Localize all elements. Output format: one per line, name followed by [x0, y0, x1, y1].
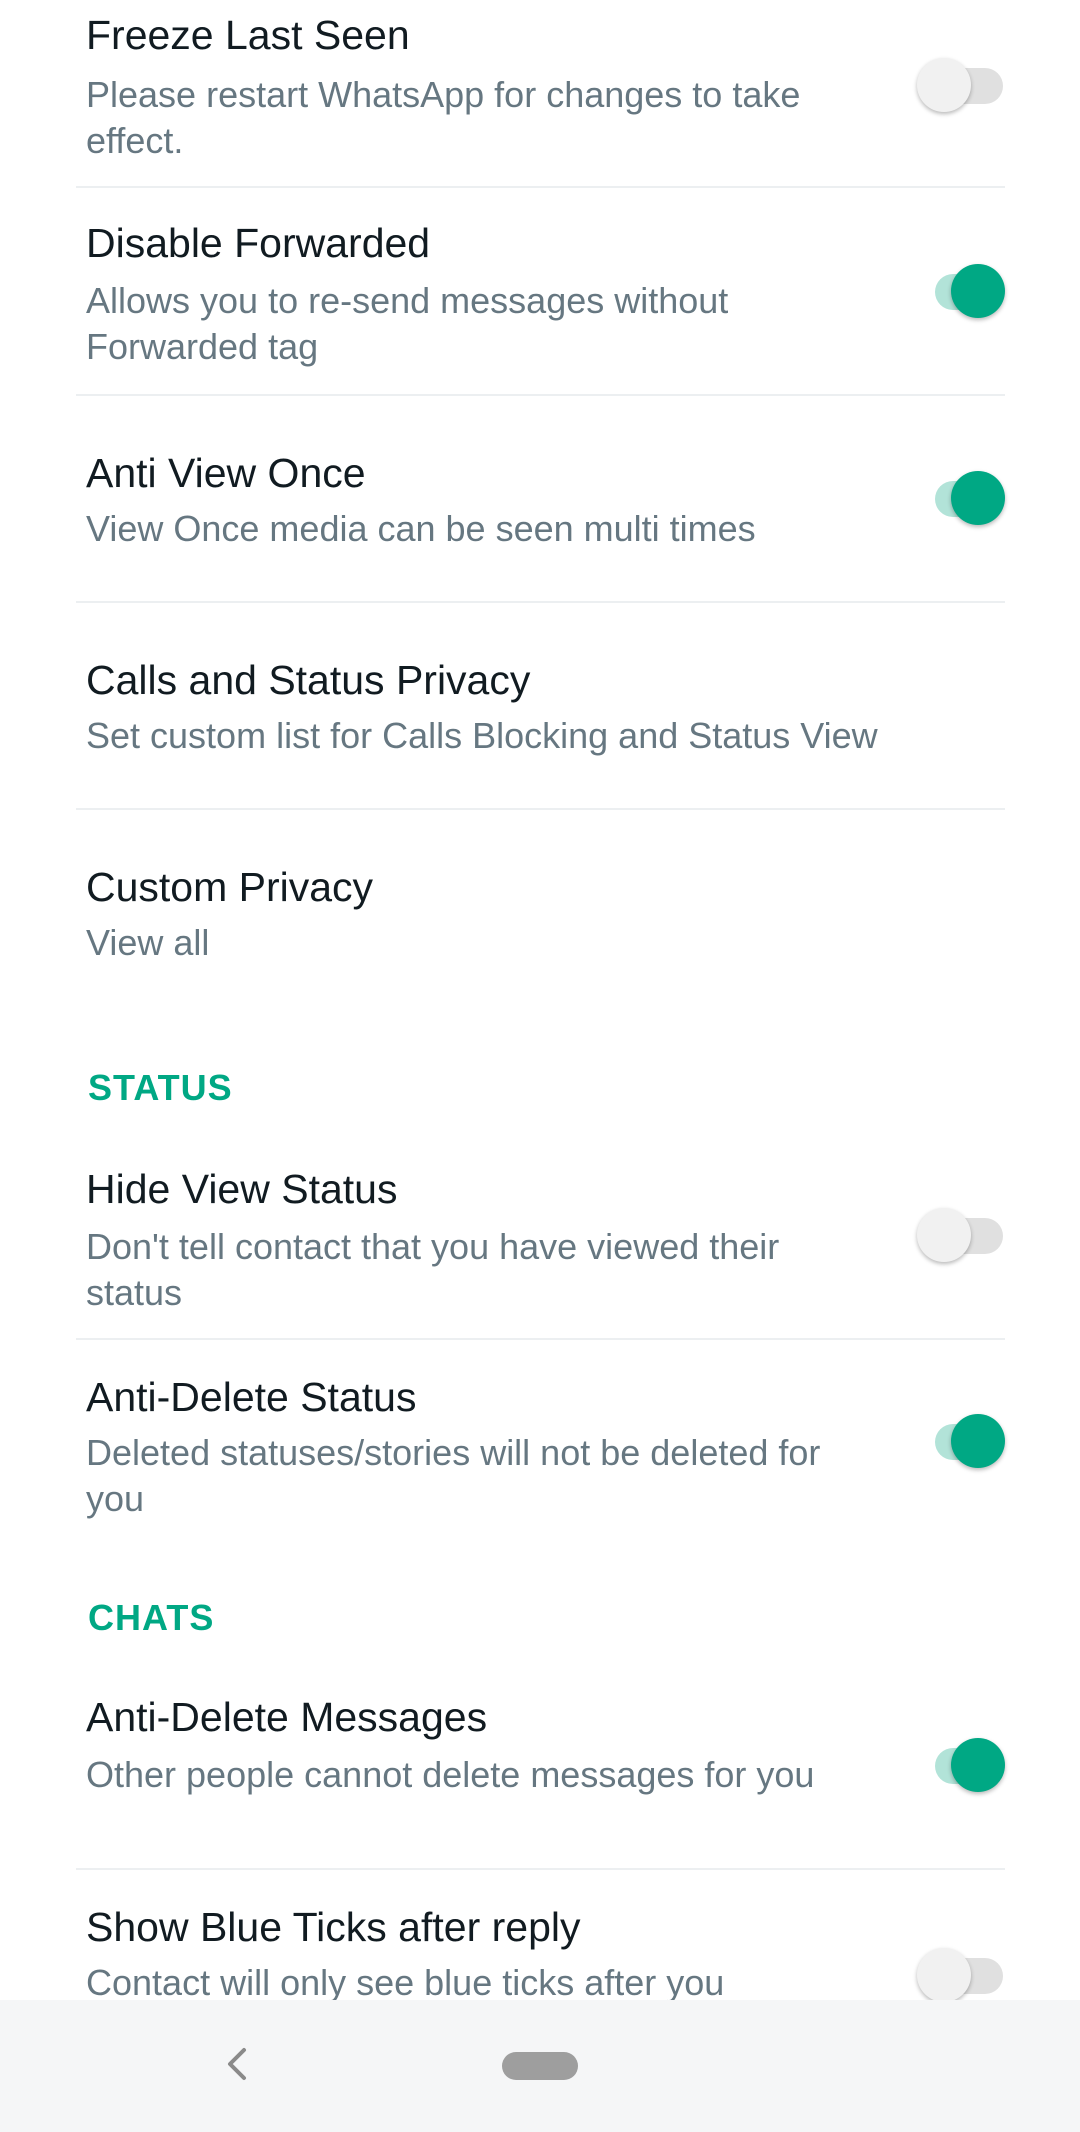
- setting-title: Anti-Delete Status: [86, 1374, 417, 1420]
- setting-subtitle: Set custom list for Calls Blocking and S…: [86, 715, 878, 756]
- back-chevron-icon[interactable]: [222, 2044, 252, 2084]
- setting-subtitle: Other people cannot delete messages for …: [86, 1754, 815, 1795]
- settings-screen: Freeze Last Seen Please restart WhatsApp…: [0, 0, 1080, 2132]
- setting-title: Anti View Once: [86, 450, 366, 496]
- anti-delete-messages-switch[interactable]: [917, 1738, 1005, 1794]
- hide-view-status-switch[interactable]: [917, 1208, 1005, 1264]
- switch-thumb: [917, 1948, 971, 2000]
- setting-subtitle: Allows you to re-send messages without F…: [86, 280, 729, 367]
- settings-list[interactable]: Freeze Last Seen Please restart WhatsApp…: [0, 0, 1080, 2000]
- anti-delete-status-switch[interactable]: [917, 1414, 1005, 1470]
- setting-hide-view-status[interactable]: Hide View Status Don't tell contact that…: [76, 1130, 1005, 1340]
- setting-subtitle: Deleted statuses/stories will not be del…: [86, 1432, 821, 1519]
- setting-anti-view-once[interactable]: Anti View Once View Once media can be se…: [76, 396, 1005, 603]
- setting-show-blue-ticks[interactable]: Show Blue Ticks after reply Contact will…: [76, 1870, 1005, 2000]
- section-header-status: STATUS: [88, 1067, 233, 1108]
- setting-title: Calls and Status Privacy: [86, 657, 531, 703]
- setting-subtitle: Contact will only see blue ticks after y…: [86, 1962, 725, 2000]
- setting-freeze-last-seen[interactable]: Freeze Last Seen Please restart WhatsApp…: [76, 0, 1005, 188]
- setting-title: Disable Forwarded: [86, 220, 431, 266]
- setting-disable-forwarded[interactable]: Disable Forwarded Allows you to re-send …: [76, 188, 1005, 396]
- setting-title: Show Blue Ticks after reply: [86, 1904, 581, 1950]
- switch-thumb: [951, 1414, 1005, 1468]
- setting-title: Freeze Last Seen: [86, 12, 410, 58]
- setting-subtitle: Don't tell contact that you have viewed …: [86, 1226, 780, 1313]
- setting-anti-delete-messages[interactable]: Anti-Delete Messages Other people cannot…: [76, 1660, 1005, 1870]
- setting-anti-delete-status[interactable]: Anti-Delete Status Deleted statuses/stor…: [76, 1340, 1005, 1540]
- home-pill-icon[interactable]: [502, 2052, 578, 2080]
- section-header-chats: CHATS: [88, 1597, 215, 1638]
- setting-subtitle: Please restart WhatsApp for changes to t…: [86, 74, 801, 161]
- switch-thumb: [951, 1738, 1005, 1792]
- anti-view-once-switch[interactable]: [917, 471, 1005, 527]
- show-blue-ticks-switch[interactable]: [917, 1948, 1005, 2000]
- switch-thumb: [951, 471, 1005, 525]
- switch-thumb: [917, 1208, 971, 1262]
- setting-title: Anti-Delete Messages: [86, 1694, 488, 1740]
- switch-thumb: [951, 264, 1005, 318]
- navigation-bar: [0, 2000, 1080, 2132]
- setting-calls-status-privacy[interactable]: Calls and Status Privacy Set custom list…: [76, 603, 1005, 810]
- freeze-last-seen-switch[interactable]: [917, 58, 1005, 114]
- disable-forwarded-switch[interactable]: [917, 264, 1005, 320]
- setting-subtitle: View all: [86, 922, 210, 963]
- setting-custom-privacy[interactable]: Custom Privacy View all: [76, 810, 1005, 1010]
- setting-subtitle: View Once media can be seen multi times: [86, 508, 756, 549]
- switch-thumb: [917, 58, 971, 112]
- setting-title: Custom Privacy: [86, 864, 374, 910]
- setting-title: Hide View Status: [86, 1166, 398, 1212]
